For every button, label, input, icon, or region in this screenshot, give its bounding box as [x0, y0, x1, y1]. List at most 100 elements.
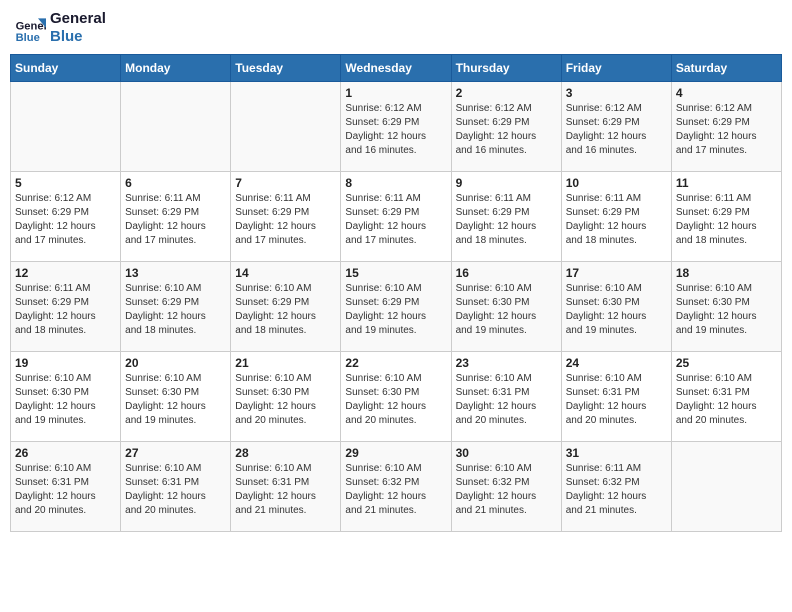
- day-info: Sunrise: 6:10 AM Sunset: 6:29 PM Dayligh…: [235, 282, 336, 338]
- day-info: Sunrise: 6:11 AM Sunset: 6:29 PM Dayligh…: [15, 282, 116, 338]
- day-number: 20: [125, 356, 226, 370]
- calendar-cell: [11, 82, 121, 172]
- day-info: Sunrise: 6:10 AM Sunset: 6:31 PM Dayligh…: [15, 462, 116, 518]
- calendar-cell: 1 Sunrise: 6:12 AM Sunset: 6:29 PM Daylig…: [341, 82, 451, 172]
- day-info: Sunrise: 6:10 AM Sunset: 6:30 PM Dayligh…: [125, 372, 226, 428]
- calendar-cell: 20 Sunrise: 6:10 AM Sunset: 6:30 PM Dayli…: [121, 352, 231, 442]
- calendar-cell: 21 Sunrise: 6:10 AM Sunset: 6:30 PM Dayli…: [231, 352, 341, 442]
- weekday-header-row: SundayMondayTuesdayWednesdayThursdayFrid…: [11, 55, 782, 82]
- calendar-cell: 7 Sunrise: 6:11 AM Sunset: 6:29 PM Daylig…: [231, 172, 341, 262]
- day-info: Sunrise: 6:10 AM Sunset: 6:31 PM Dayligh…: [125, 462, 226, 518]
- weekday-header-friday: Friday: [561, 55, 671, 82]
- day-info: Sunrise: 6:11 AM Sunset: 6:32 PM Dayligh…: [566, 462, 667, 518]
- day-number: 4: [676, 86, 777, 100]
- day-info: Sunrise: 6:10 AM Sunset: 6:29 PM Dayligh…: [345, 282, 446, 338]
- day-number: 16: [456, 266, 557, 280]
- day-info: Sunrise: 6:10 AM Sunset: 6:30 PM Dayligh…: [566, 282, 667, 338]
- day-info: Sunrise: 6:12 AM Sunset: 6:29 PM Dayligh…: [345, 102, 446, 158]
- logo-icon: General Blue: [14, 12, 46, 44]
- calendar-cell: 4Sunrise: 6:12 AM Sunset: 6:29 PM Daylig…: [671, 82, 781, 172]
- day-number: 15: [345, 266, 446, 280]
- calendar-cell: 28 Sunrise: 6:10 AM Sunset: 6:31 PM Dayli…: [231, 442, 341, 532]
- calendar-cell: 9 Sunrise: 6:11 AM Sunset: 6:29 PM Daylig…: [451, 172, 561, 262]
- calendar-cell: 16 Sunrise: 6:10 AM Sunset: 6:30 PM Dayli…: [451, 262, 561, 352]
- day-number: 13: [125, 266, 226, 280]
- page-header: General Blue General Blue: [10, 10, 782, 46]
- day-number: 21: [235, 356, 336, 370]
- day-number: 6: [125, 176, 226, 190]
- weekday-header-tuesday: Tuesday: [231, 55, 341, 82]
- calendar-cell: 6 Sunrise: 6:11 AM Sunset: 6:29 PM Daylig…: [121, 172, 231, 262]
- day-number: 18: [676, 266, 777, 280]
- day-info: Sunrise: 6:10 AM Sunset: 6:31 PM Dayligh…: [456, 372, 557, 428]
- svg-text:Blue: Blue: [16, 32, 40, 44]
- week-row-5: 26 Sunrise: 6:10 AM Sunset: 6:31 PM Dayli…: [11, 442, 782, 532]
- calendar-cell: 22Sunrise: 6:10 AM Sunset: 6:30 PM Dayli…: [341, 352, 451, 442]
- calendar-cell: 2Sunrise: 6:12 AM Sunset: 6:29 PM Daylig…: [451, 82, 561, 172]
- calendar-cell: [231, 82, 341, 172]
- day-number: 14: [235, 266, 336, 280]
- day-number: 26: [15, 446, 116, 460]
- day-number: 30: [456, 446, 557, 460]
- day-number: 24: [566, 356, 667, 370]
- day-info: Sunrise: 6:12 AM Sunset: 6:29 PM Dayligh…: [566, 102, 667, 158]
- day-number: 29: [345, 446, 446, 460]
- day-number: 8: [345, 176, 446, 190]
- calendar-cell: 13 Sunrise: 6:10 AM Sunset: 6:29 PM Dayli…: [121, 262, 231, 352]
- week-row-2: 5 Sunrise: 6:12 AM Sunset: 6:29 PM Daylig…: [11, 172, 782, 262]
- day-number: 3: [566, 86, 667, 100]
- calendar-cell: 24 Sunrise: 6:10 AM Sunset: 6:31 PM Dayli…: [561, 352, 671, 442]
- day-info: Sunrise: 6:12 AM Sunset: 6:29 PM Dayligh…: [15, 192, 116, 248]
- day-number: 9: [456, 176, 557, 190]
- weekday-header-saturday: Saturday: [671, 55, 781, 82]
- calendar-cell: 29 Sunrise: 6:10 AM Sunset: 6:32 PM Dayli…: [341, 442, 451, 532]
- calendar-table: SundayMondayTuesdayWednesdayThursdayFrid…: [10, 54, 782, 532]
- day-info: Sunrise: 6:10 AM Sunset: 6:32 PM Dayligh…: [456, 462, 557, 518]
- day-info: Sunrise: 6:11 AM Sunset: 6:29 PM Dayligh…: [456, 192, 557, 248]
- calendar-cell: [671, 442, 781, 532]
- day-number: 1: [345, 86, 446, 100]
- logo-general: General: [50, 10, 106, 28]
- calendar-cell: 25 Sunrise: 6:10 AM Sunset: 6:31 PM Dayli…: [671, 352, 781, 442]
- day-number: 11: [676, 176, 777, 190]
- day-info: Sunrise: 6:10 AM Sunset: 6:31 PM Dayligh…: [676, 372, 777, 428]
- day-number: 10: [566, 176, 667, 190]
- day-number: 5: [15, 176, 116, 190]
- calendar-cell: 15 Sunrise: 6:10 AM Sunset: 6:29 PM Dayli…: [341, 262, 451, 352]
- day-number: 2: [456, 86, 557, 100]
- calendar-cell: 17 Sunrise: 6:10 AM Sunset: 6:30 PM Dayli…: [561, 262, 671, 352]
- week-row-3: 12 Sunrise: 6:11 AM Sunset: 6:29 PM Dayli…: [11, 262, 782, 352]
- calendar-cell: 8 Sunrise: 6:11 AM Sunset: 6:29 PM Daylig…: [341, 172, 451, 262]
- week-row-1: 1 Sunrise: 6:12 AM Sunset: 6:29 PM Daylig…: [11, 82, 782, 172]
- day-info: Sunrise: 6:10 AM Sunset: 6:32 PM Dayligh…: [345, 462, 446, 518]
- calendar-cell: 27 Sunrise: 6:10 AM Sunset: 6:31 PM Dayli…: [121, 442, 231, 532]
- day-info: Sunrise: 6:10 AM Sunset: 6:30 PM Dayligh…: [235, 372, 336, 428]
- day-number: 28: [235, 446, 336, 460]
- calendar-cell: 30 Sunrise: 6:10 AM Sunset: 6:32 PM Dayli…: [451, 442, 561, 532]
- day-number: 7: [235, 176, 336, 190]
- day-number: 17: [566, 266, 667, 280]
- calendar-cell: 11 Sunrise: 6:11 AM Sunset: 6:29 PM Dayli…: [671, 172, 781, 262]
- day-number: 25: [676, 356, 777, 370]
- day-info: Sunrise: 6:11 AM Sunset: 6:29 PM Dayligh…: [676, 192, 777, 248]
- day-number: 22: [345, 356, 446, 370]
- day-info: Sunrise: 6:10 AM Sunset: 6:29 PM Dayligh…: [125, 282, 226, 338]
- weekday-header-thursday: Thursday: [451, 55, 561, 82]
- calendar-cell: [121, 82, 231, 172]
- day-number: 23: [456, 356, 557, 370]
- day-info: Sunrise: 6:10 AM Sunset: 6:31 PM Dayligh…: [235, 462, 336, 518]
- day-number: 19: [15, 356, 116, 370]
- weekday-header-monday: Monday: [121, 55, 231, 82]
- day-number: 12: [15, 266, 116, 280]
- day-info: Sunrise: 6:11 AM Sunset: 6:29 PM Dayligh…: [235, 192, 336, 248]
- day-number: 27: [125, 446, 226, 460]
- calendar-cell: 12 Sunrise: 6:11 AM Sunset: 6:29 PM Dayli…: [11, 262, 121, 352]
- logo: General Blue General Blue: [14, 10, 106, 46]
- day-info: Sunrise: 6:11 AM Sunset: 6:29 PM Dayligh…: [345, 192, 446, 248]
- logo-blue: Blue: [50, 28, 106, 46]
- day-info: Sunrise: 6:11 AM Sunset: 6:29 PM Dayligh…: [125, 192, 226, 248]
- day-info: Sunrise: 6:10 AM Sunset: 6:30 PM Dayligh…: [456, 282, 557, 338]
- day-info: Sunrise: 6:10 AM Sunset: 6:31 PM Dayligh…: [566, 372, 667, 428]
- day-info: Sunrise: 6:11 AM Sunset: 6:29 PM Dayligh…: [566, 192, 667, 248]
- day-number: 31: [566, 446, 667, 460]
